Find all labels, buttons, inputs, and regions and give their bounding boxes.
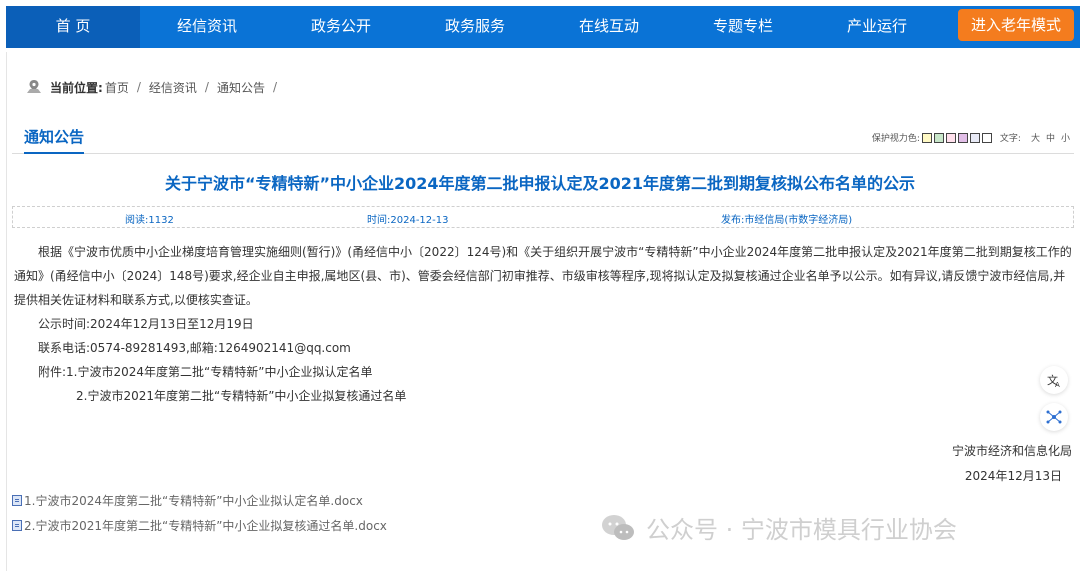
watermark-text: 公众号 · 宁波市模具行业协会 bbox=[646, 516, 957, 544]
body-paragraph: 根据《宁波市优质中小企业梯度培育管理实施细则(暂行)》(甬经信中小〔2022〕1… bbox=[14, 245, 1072, 307]
main-nav: 首 页 经信资讯 政务公开 政务服务 在线互动 专题专栏 产业运行 进入老年模式 bbox=[6, 6, 1080, 48]
contact-info: 联系电话:0574-89281493,邮箱:1264902141@qq.com bbox=[38, 341, 351, 355]
nav-item-services[interactable]: 政务服务 bbox=[408, 6, 542, 48]
attachment-line-2: 2.宁波市2021年度第二批“专精特新”中小企业拟复核通过名单 bbox=[76, 389, 407, 403]
breadcrumb-home[interactable]: 首页 bbox=[105, 79, 129, 96]
breadcrumb-separator: / bbox=[136, 80, 141, 94]
sign-date: 2024年12月13日 bbox=[964, 469, 1062, 483]
file-link-2[interactable]: 2.宁波市2021年度第二批“专精特新”中小企业拟复核通过名单.docx bbox=[12, 517, 387, 534]
nav-item-interaction[interactable]: 在线互动 bbox=[542, 6, 676, 48]
watermark: 公众号 · 宁波市模具行业协会 bbox=[600, 510, 957, 545]
elder-mode-button[interactable]: 进入老年模式 bbox=[958, 9, 1074, 41]
accessibility-icon[interactable]: 文 A bbox=[1040, 366, 1068, 394]
file-link-label: 1.宁波市2024年度第二批“专精特新”中小企业拟认定名单.docx bbox=[24, 494, 363, 508]
eye-color-swatch[interactable] bbox=[969, 132, 980, 143]
publisher: 发布:市经信局(市数字经济局) bbox=[721, 215, 853, 226]
article-meta: 阅读:1132 时间:2024-12-13 发布:市经信局(市数字经济局) bbox=[12, 206, 1074, 228]
article-body: 根据《宁波市优质中小企业梯度培育管理实施细则(暂行)》(甬经信中小〔2022〕1… bbox=[14, 240, 1072, 408]
attachment-line-1: 附件:1.宁波市2024年度第二批“专精特新”中小企业拟认定名单 bbox=[38, 365, 373, 379]
eye-color-swatch[interactable] bbox=[921, 132, 932, 143]
reading-tools: 保护视力色: 文字: 大 中 小 bbox=[872, 131, 1070, 144]
read-count: 阅读:1132 bbox=[125, 215, 174, 226]
nav-item-industry[interactable]: 产业运行 bbox=[810, 6, 944, 48]
breadcrumb-separator: / bbox=[204, 80, 209, 94]
location-icon bbox=[27, 80, 41, 93]
eye-color-swatch[interactable] bbox=[981, 132, 992, 143]
wechat-icon bbox=[602, 514, 634, 540]
nav-item-topics[interactable]: 专题专栏 bbox=[676, 6, 810, 48]
svg-text:A: A bbox=[1055, 381, 1060, 388]
font-size-small[interactable]: 小 bbox=[1061, 131, 1070, 144]
breadcrumb-news[interactable]: 经信资讯 bbox=[149, 79, 197, 96]
font-size-large[interactable]: 大 bbox=[1031, 131, 1040, 144]
eye-color-swatch[interactable] bbox=[957, 132, 968, 143]
nav-item-open-government[interactable]: 政务公开 bbox=[274, 6, 408, 48]
signer: 宁波市经济和信息化局 bbox=[951, 444, 1072, 458]
eye-color-label: 保护视力色: bbox=[871, 134, 920, 144]
font-size-medium[interactable]: 中 bbox=[1046, 131, 1055, 144]
file-link-1[interactable]: 1.宁波市2024年度第二批“专精特新”中小企业拟认定名单.docx bbox=[12, 492, 363, 509]
eye-color-swatch[interactable] bbox=[933, 132, 944, 143]
publish-time: 时间:2024-12-13 bbox=[367, 215, 449, 226]
notice-period: 公示时间:2024年12月13日至12月19日 bbox=[38, 317, 254, 331]
breadcrumb-notices[interactable]: 通知公告 bbox=[217, 79, 265, 96]
breadcrumb: 当前位置: 首页 / 经信资讯 / 通知公告 / bbox=[26, 78, 285, 96]
breadcrumb-separator: / bbox=[272, 80, 277, 94]
font-size-label: 文字: bbox=[999, 134, 1021, 144]
nav-item-news[interactable]: 经信资讯 bbox=[140, 6, 274, 48]
network-icon[interactable] bbox=[1040, 403, 1068, 431]
section-title: 通知公告 bbox=[24, 126, 85, 154]
section-header: 通知公告 保护视力色: 文字: 大 中 小 bbox=[12, 122, 1074, 154]
eye-color-swatch[interactable] bbox=[945, 132, 956, 143]
nav-item-home[interactable]: 首 页 bbox=[6, 6, 140, 48]
file-link-label: 2.宁波市2021年度第二批“专精特新”中小企业拟复核通过名单.docx bbox=[24, 519, 387, 533]
article-title: 关于宁波市“专精特新”中小企业2024年度第二批申报认定及2021年度第二批到期… bbox=[164, 174, 916, 193]
doc-file-icon bbox=[12, 495, 22, 506]
doc-file-icon bbox=[12, 520, 22, 531]
breadcrumb-label: 当前位置: bbox=[50, 80, 103, 95]
